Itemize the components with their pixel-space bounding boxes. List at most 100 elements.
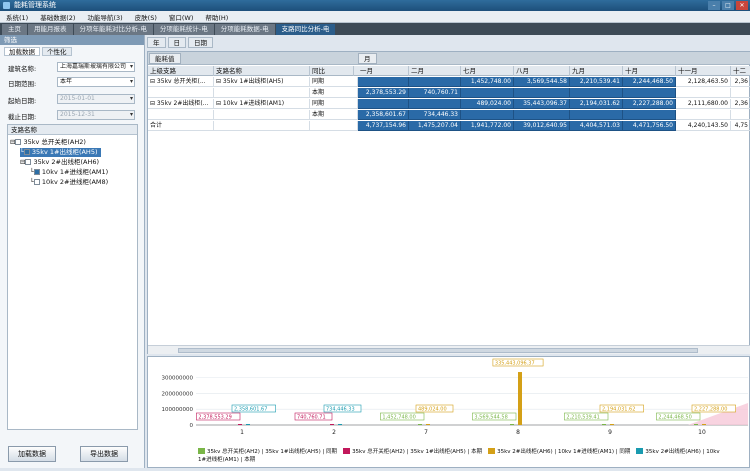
grid-cell-value[interactable]: [731, 110, 750, 120]
grid-cell-value[interactable]: 2,227,288.00: [623, 99, 676, 109]
maximize-icon[interactable]: □: [722, 1, 734, 10]
building-select[interactable]: 上海嘉瑞斯玻璃有限公司 ▾: [57, 62, 135, 72]
col-month[interactable]: 十二: [731, 66, 750, 76]
grid-cell-value[interactable]: 2,378,553.29: [358, 88, 409, 98]
col-month[interactable]: 十月: [623, 66, 676, 76]
tree-node-ah6[interactable]: ⊟ 35kv 2#出线柜(AH6): [20, 158, 99, 167]
grid-cell-value[interactable]: 734,446.33: [409, 110, 461, 120]
load-data-button[interactable]: 加载数据: [8, 446, 56, 462]
col-month[interactable]: 九月: [570, 66, 623, 76]
grid-cell-value[interactable]: 2,194,031.62: [570, 99, 623, 109]
start-date-input[interactable]: 2015-01-01 ▾: [57, 94, 135, 104]
period-year[interactable]: 年: [147, 37, 166, 48]
grid-cell-value[interactable]: [570, 88, 623, 98]
col-month[interactable]: 八月: [514, 66, 570, 76]
grid-cell-branch[interactable]: [214, 110, 310, 120]
tree-node-am8[interactable]: └ 10kv 2#进线柜(AM8): [30, 178, 108, 187]
grid-cell-value[interactable]: 2,36: [731, 77, 750, 87]
grid-cell-parent[interactable]: [148, 110, 214, 120]
grid-cell-parent[interactable]: [148, 88, 214, 98]
legend-item[interactable]: 35kv 2#出线柜(AH6) | 10kv 1#进线柜(AM1) | 同期: [488, 448, 630, 455]
grid-cell-value[interactable]: [676, 88, 731, 98]
col-compare[interactable]: 同比: [310, 66, 354, 76]
grid-value-label[interactable]: 能耗值: [149, 53, 181, 64]
grid-cell-value[interactable]: [358, 77, 409, 87]
grid-cell-value[interactable]: 2,36: [731, 99, 750, 109]
grid-cell-value[interactable]: [409, 99, 461, 109]
grid-cell-value[interactable]: 2,358,601.67: [358, 110, 409, 120]
col-month[interactable]: 二月: [409, 66, 461, 76]
menu-base-data[interactable]: 基础数据(2): [34, 12, 81, 22]
grid-cell-branch[interactable]: [214, 88, 310, 98]
grid-cell-value[interactable]: 2,111,680.00: [676, 99, 731, 109]
grid-cell-compare[interactable]: 本期: [310, 110, 358, 120]
grid-cell-value[interactable]: 35,443,096.37: [514, 99, 570, 109]
col-month[interactable]: 十一月: [676, 66, 731, 76]
grid-cell-value[interactable]: [514, 110, 570, 120]
close-icon[interactable]: ✕: [736, 1, 748, 10]
minimize-icon[interactable]: –: [708, 1, 720, 10]
tree-node-am1[interactable]: └ 10kv 1#进线柜(AM1): [30, 168, 108, 177]
tree-header: 支路名称: [8, 125, 137, 135]
tab-itemized-data[interactable]: 分项能耗数据-电: [214, 24, 275, 35]
legend-item[interactable]: 35kv 总开关柜(AH2) | 35kv 1#出线柜(AH5) | 本期: [343, 448, 482, 455]
grid-cell-compare[interactable]: 同期: [310, 77, 358, 87]
end-date-input[interactable]: 2015-12-31 ▾: [57, 110, 135, 120]
grid-cell-value[interactable]: [358, 99, 409, 109]
grid-cell-value[interactable]: 2,244,468.50: [623, 77, 676, 87]
tab-load-data[interactable]: 加载数据: [4, 47, 40, 56]
grid-cell-parent[interactable]: ⊟ 35kv 总开关柜(...: [148, 77, 214, 87]
range-select[interactable]: 本年 ▾: [57, 77, 135, 87]
grid-month-group[interactable]: 月: [358, 53, 377, 64]
grid-cell-parent[interactable]: ⊟ 35kv 2#出线柜(...: [148, 99, 214, 109]
grid-cell-value[interactable]: [514, 88, 570, 98]
grid-cell-branch[interactable]: ⊟ 10kv 1#进线柜(AM1): [214, 99, 310, 109]
menu-navigation[interactable]: 功能导航(3): [81, 12, 128, 22]
tab-home[interactable]: 主页: [2, 24, 27, 35]
tab-custom[interactable]: 个性化: [42, 47, 72, 56]
export-data-button[interactable]: 导出数据: [80, 446, 128, 462]
grid-cell-value[interactable]: 2,210,539.41: [570, 77, 623, 87]
grid-cell-value[interactable]: [623, 110, 676, 120]
grid-cell-value[interactable]: 3,569,544.58: [514, 77, 570, 87]
grid-cell-value[interactable]: [570, 110, 623, 120]
grid-cell-value[interactable]: [461, 110, 514, 120]
horizontal-scrollbar[interactable]: [148, 345, 750, 354]
grid-cell-value[interactable]: [731, 88, 750, 98]
legend-swatch: [636, 448, 644, 454]
checkbox-icon: [33, 169, 40, 175]
legend-item[interactable]: 35kv 总开关柜(AH2) | 35kv 1#出线柜(AH5) | 同期: [198, 448, 337, 455]
grid-cell-value[interactable]: [409, 77, 461, 87]
grid-cell-compare[interactable]: 本期: [310, 88, 358, 98]
grid-cell-value[interactable]: 1,452,748.00: [461, 77, 514, 87]
col-month[interactable]: 一月: [358, 66, 409, 76]
menu-window[interactable]: 窗口(W): [163, 12, 200, 22]
tab-branch-yoy[interactable]: 支路同比分析-电: [275, 24, 336, 35]
col-branch[interactable]: 支路名称: [214, 66, 310, 76]
grid-cell-value[interactable]: [461, 88, 514, 98]
point-label: 2,227,288.00: [694, 407, 727, 413]
point-label: 740,760.71: [297, 415, 326, 421]
period-date[interactable]: 日期: [188, 37, 213, 48]
grid-cell-value[interactable]: 2,128,463.50: [676, 77, 731, 87]
grid-cell-branch[interactable]: ⊟ 35kv 1#出线柜(AH5): [214, 77, 310, 87]
grid-cell-value[interactable]: [676, 110, 731, 120]
grid-cell-value[interactable]: [623, 88, 676, 98]
period-day[interactable]: 日: [167, 37, 186, 48]
tab-monthly-report[interactable]: 用能月报表: [28, 24, 73, 35]
branch-tree: 支路名称 ⊟ 35kv 总开关柜(AH2) └ 35kv 1#出线柜(AH5) ⊟ 3…: [7, 124, 138, 430]
grid-cell-compare[interactable]: 同期: [310, 99, 358, 109]
menu-system[interactable]: 系统(1): [0, 12, 34, 22]
period-tabs: 年 日 日期: [147, 37, 213, 49]
tree-node-ah2[interactable]: ⊟ 35kv 总开关柜(AH2): [10, 138, 86, 147]
grid-cell-value[interactable]: 489,024.00: [461, 99, 514, 109]
menu-help[interactable]: 帮助(H): [199, 12, 234, 22]
tree-node-ah5[interactable]: └ 35kv 1#出线柜(AH5): [20, 148, 101, 157]
col-parent[interactable]: 上级支路: [148, 66, 214, 76]
tab-itemized-stats[interactable]: 分项能耗统计-电: [153, 24, 214, 35]
grid-cell-value[interactable]: 740,760.71: [409, 88, 461, 98]
scrollbar-thumb[interactable]: [178, 348, 698, 353]
menu-skin[interactable]: 皮肤(S): [129, 12, 163, 22]
col-month[interactable]: 七月: [461, 66, 514, 76]
tab-yearly-compare[interactable]: 分项年能耗对比分析-电: [73, 24, 153, 35]
